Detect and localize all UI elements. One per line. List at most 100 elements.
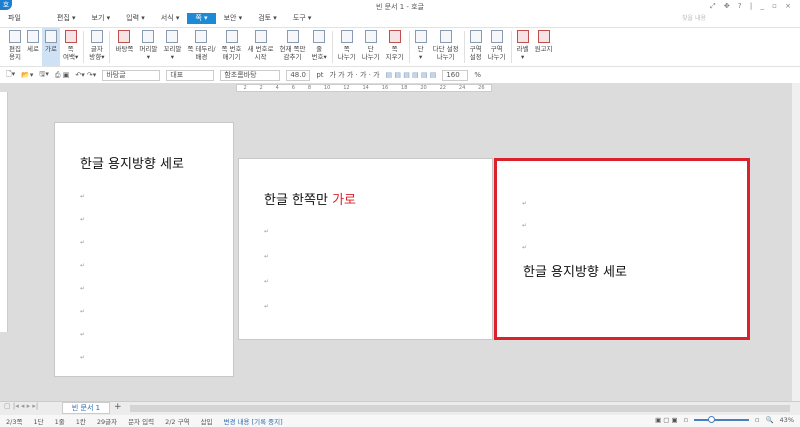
menu-tools[interactable]: 도구 ▾ [285, 13, 320, 24]
delete-page-button[interactable]: 쪽 지우기 [383, 28, 407, 66]
tick: 14 [362, 85, 369, 91]
font-size-input[interactable]: 48.0 [286, 69, 311, 81]
status-insert[interactable]: 삽입 [201, 416, 213, 426]
status-count: 29글자 [96, 418, 118, 426]
font-unit-select[interactable]: pt [316, 71, 323, 79]
text-direction-button[interactable]: 글자 방향▾ [86, 28, 107, 66]
search-input[interactable]: 찾을 내용 [682, 13, 782, 22]
columns-button[interactable]: 단 ▾ [412, 28, 430, 66]
line-spacing-input[interactable]: 160 [442, 69, 469, 81]
label-button[interactable]: 라벨 ▾ [514, 28, 532, 66]
landscape-button[interactable]: 가로 [42, 28, 60, 66]
label: 줄 번호▾ [311, 45, 327, 61]
line-number-icon [313, 30, 326, 43]
master-page-button[interactable]: 바탕쪽 [112, 28, 136, 66]
tick: 22 [439, 85, 446, 91]
label: 단 ▾ [417, 45, 424, 61]
margin-button[interactable]: 쪽 여백▾ [60, 28, 81, 66]
horizontal-scrollbar[interactable] [130, 405, 790, 412]
multi-column-button[interactable]: 다단 설정 나누기 [430, 28, 462, 66]
page-break-button[interactable]: 쪽 나누기 [335, 28, 359, 66]
divider [510, 31, 512, 63]
label: 쪽 지우기 [385, 45, 404, 61]
menu-format[interactable]: 서식 ▾ [153, 13, 188, 24]
font-select[interactable]: 함초롬바탕 [220, 69, 281, 81]
style-select[interactable]: 바탕글 [102, 69, 161, 81]
view-mode-icons[interactable]: ▣ ▢ ▣ [655, 416, 678, 424]
tick: 4 [275, 85, 279, 91]
margin-icon [64, 30, 77, 43]
menu-page[interactable]: 쪽 ▾ [187, 13, 216, 24]
tick: 10 [323, 85, 331, 91]
track-changes-status[interactable]: 변경 내용 [기록 중지] [224, 416, 283, 426]
paper-setup-button[interactable]: 편집 용지 [6, 28, 24, 66]
label: 현재 쪽만 감추기 [279, 45, 306, 61]
section-break-button[interactable]: 구역 나누기 [485, 28, 509, 66]
paragraph-marks: ↵ ↵ ↵ ↵ ↵ ↵ ↵ ↵ [80, 193, 86, 361]
manuscript-button[interactable]: 원고지 [532, 28, 556, 66]
highlight-text: 가로 [332, 193, 356, 208]
align-buttons[interactable]: ▤ ▤ ▤ ▤ ▤ ▤ [386, 71, 437, 79]
menu-review[interactable]: 검토 ▾ [250, 13, 285, 24]
tick: 26 [478, 85, 485, 91]
tab-nav-icons[interactable]: ▢ |◂ ◂ ▸ ▸| [0, 402, 38, 410]
line-spacing-unit[interactable]: % [474, 71, 481, 79]
label: 새 번호로 시작 [247, 45, 274, 61]
page-border-button[interactable]: 쪽 테두리/ 배경 [184, 28, 218, 66]
page-2-landscape[interactable]: 한글 한쪽만 가로 ↵ ↵ ↵ ↵ [238, 158, 493, 340]
language-select[interactable]: 대표 [166, 69, 215, 81]
status-column: 1단 [33, 418, 44, 426]
zoom-slider[interactable] [694, 416, 750, 423]
print-icon[interactable]: ⎙ ▣ [55, 71, 69, 80]
divider [109, 31, 111, 63]
section-break-icon [490, 30, 503, 43]
menu-edit[interactable]: 편집 ▾ [49, 13, 84, 24]
footer-button[interactable]: 꼬리말 ▾ [160, 28, 184, 66]
zoom-out-button[interactable]: ▫ [684, 416, 688, 424]
window-controls[interactable]: ⤢ ✥ ? | _ ▫ × [710, 2, 794, 11]
horizontal-ruler[interactable]: 2 2 4 6 8 10 12 14 16 18 20 22 24 26 [236, 84, 492, 92]
tick: 20 [420, 85, 427, 91]
undo-icon[interactable]: ↶▾ ↷▾ [75, 71, 96, 79]
column-break-button[interactable]: 단 나누기 [359, 28, 383, 66]
menu-security[interactable]: 보안 ▾ [216, 13, 251, 24]
page-text: 한글 용지방향 세로 [80, 157, 184, 172]
vertical-scrollbar[interactable] [792, 83, 800, 401]
add-tab-button[interactable]: + [114, 402, 122, 412]
open-file-icon[interactable]: 📂▾ [21, 71, 33, 79]
new-file-icon[interactable]: 🗋▾ [6, 70, 15, 81]
new-number-button[interactable]: 새 번호로 시작 [245, 28, 277, 66]
page-number-button[interactable]: 쪽 번호 매기기 [219, 28, 245, 66]
portrait-button[interactable]: 세로 [24, 28, 42, 66]
label: 쪽 나누기 [337, 45, 356, 61]
zoom-in-button[interactable]: ▫ [755, 416, 759, 424]
line-number-button[interactable]: 줄 번호▾ [309, 28, 330, 66]
zoom-controls: ▣ ▢ ▣ ▫ ▫ 🔍 43% [655, 416, 794, 424]
menu-insert[interactable]: 입력 ▾ [118, 13, 153, 24]
label: 라벨 ▾ [516, 45, 529, 61]
page-1-portrait[interactable]: 한글 용지방향 세로 ↵ ↵ ↵ ↵ ↵ ↵ ↵ ↵ [54, 122, 234, 377]
page-3-landscape-selected[interactable]: ↵ ↵ ↵ 한글 용지방향 세로 [494, 158, 750, 340]
divider [83, 31, 85, 63]
tick: 12 [343, 85, 350, 91]
label: 글자 방향▾ [89, 45, 105, 61]
zoom-icon[interactable]: 🔍 [765, 416, 773, 424]
section-setup-button[interactable]: 구역 설정 [467, 28, 485, 66]
page-break-icon [340, 30, 353, 43]
label: 바탕쪽 [115, 45, 134, 53]
char-format-buttons[interactable]: 가 가 가 · 가 · 가 [330, 70, 380, 80]
label: 꼬리말 ▾ [163, 45, 182, 61]
divider [463, 31, 465, 63]
paragraph-marks: ↵ ↵ ↵ [522, 200, 528, 251]
status-section: 2/2 구역 [165, 418, 190, 426]
hide-page-button[interactable]: 현재 쪽만 감추기 [277, 28, 309, 66]
label: 구역 나누기 [487, 45, 506, 61]
save-icon[interactable]: 🖫▾ [39, 70, 48, 81]
paper-icon [9, 30, 21, 43]
vertical-ruler[interactable] [0, 92, 8, 332]
menu-file[interactable]: 파일 [0, 13, 29, 24]
page-text: 한글 용지방향 세로 [523, 265, 627, 280]
header-button[interactable]: 머리말 ▾ [136, 28, 160, 66]
document-tab[interactable]: 빈 문서 1 [62, 402, 110, 414]
menu-view[interactable]: 보기 ▾ [84, 13, 119, 24]
